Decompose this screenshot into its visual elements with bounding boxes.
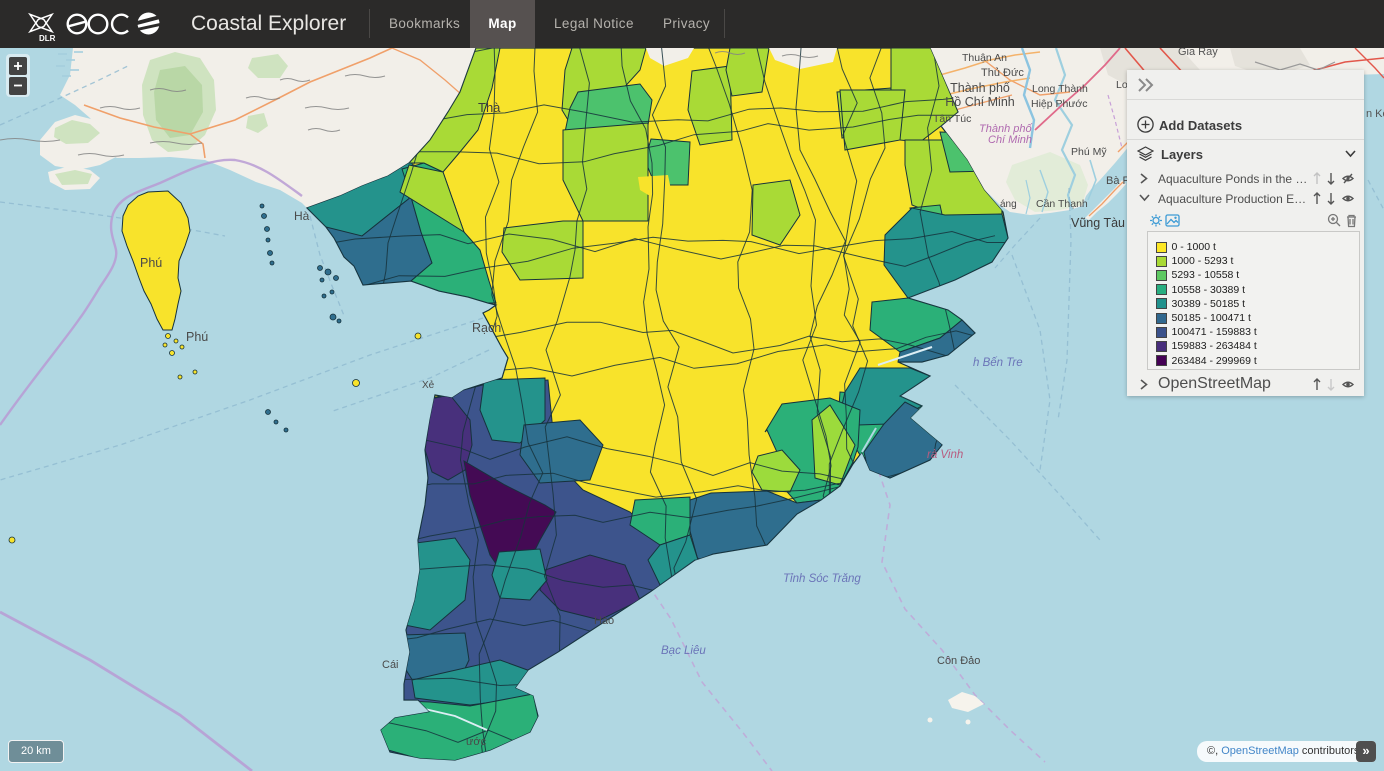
svg-text:Thủ Đức: Thủ Đức [981, 67, 1024, 79]
svg-text:Phú: Phú [186, 330, 208, 344]
svg-text:n Kê: n Kê [1366, 108, 1384, 120]
svg-text:Rạch: Rạch [472, 321, 501, 335]
svg-text:Long Thành: Long Thành [1032, 83, 1088, 95]
svg-text:Hà: Hà [294, 209, 310, 223]
svg-text:Phú Mỹ: Phú Mỹ [1071, 146, 1107, 158]
svg-text:Chí Minh: Chí Minh [988, 134, 1032, 146]
svg-text:Thuận An: Thuận An [962, 52, 1007, 64]
svg-text:Cần Thạnh: Cần Thạnh [1036, 198, 1088, 210]
svg-text:DLR: DLR [39, 34, 56, 42]
svg-text:Tân Túc: Tân Túc [933, 113, 971, 125]
svg-text:Hiệp Phước: Hiệp Phước [1031, 98, 1088, 110]
svg-text:Thà: Thà [478, 100, 501, 115]
svg-text:ước: ước [466, 736, 487, 748]
svg-text:Xẻ: Xẻ [422, 380, 435, 391]
svg-text:Phú: Phú [140, 256, 162, 270]
svg-text:Cái: Cái [382, 659, 399, 671]
svg-text:Bạc Liêu: Bạc Liêu [661, 645, 706, 657]
svg-text:Hào: Hào [594, 615, 614, 627]
svg-text:Hồ Chí Minh: Hồ Chí Minh [945, 95, 1015, 109]
svg-text:h Bến Tre: h Bến Tre [973, 357, 1023, 369]
svg-text:Vũng Tàu: Vũng Tàu [1071, 216, 1125, 230]
svg-text:Thành phố: Thành phố [950, 81, 1010, 95]
svg-text:rà Vinh: rà Vinh [927, 449, 963, 461]
svg-text:Tỉnh Sóc Trăng: Tỉnh Sóc Trăng [783, 573, 861, 585]
svg-text:áng: áng [1000, 199, 1017, 210]
svg-text:Côn Đảo: Côn Đảo [937, 655, 980, 667]
svg-text:Gia Ray: Gia Ray [1178, 48, 1218, 58]
